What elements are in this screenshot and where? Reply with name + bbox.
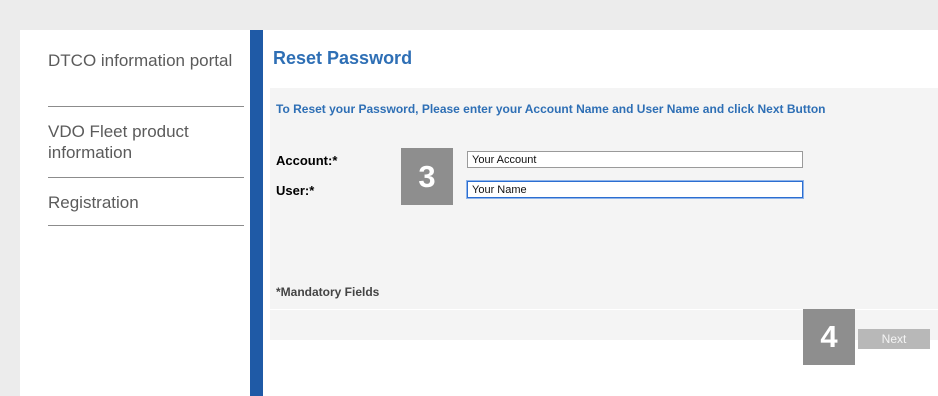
sidebar-divider [48, 106, 244, 107]
step-3-badge: 3 [401, 148, 453, 205]
mandatory-fields-note: *Mandatory Fields [276, 285, 380, 299]
step-4-badge: 4 [803, 309, 855, 365]
sidebar-divider [48, 225, 244, 226]
sidebar-item-vdo-fleet-product-information[interactable]: VDO Fleet product information [48, 121, 244, 163]
user-label: User:* [276, 183, 315, 198]
sidebar-item-registration[interactable]: Registration [48, 192, 244, 213]
next-button[interactable]: Next [858, 329, 930, 349]
sidebar-nav: DTCO information portal VDO Fleet produc… [20, 30, 250, 396]
reset-form-panel: To Reset your Password, Please enter you… [270, 88, 938, 340]
account-label: Account:* [276, 153, 338, 168]
page-title: Reset Password [273, 48, 413, 68]
user-input[interactable] [467, 181, 803, 198]
sidebar-divider [48, 177, 244, 178]
sidebar-item-dtco-information-portal[interactable]: DTCO information portal [48, 50, 244, 71]
account-input[interactable] [467, 151, 803, 168]
content-accent-bar [250, 30, 263, 396]
instruction-text: To Reset your Password, Please enter you… [276, 102, 826, 116]
